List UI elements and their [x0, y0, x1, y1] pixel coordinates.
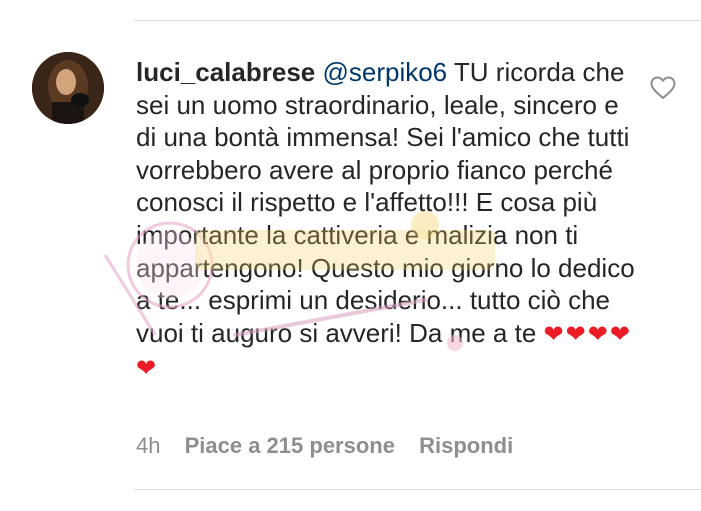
- comment-text: TU ricorda che sei un uomo straordinario…: [136, 57, 635, 348]
- comment-meta: 4h Piace a 215 persone Rispondi: [136, 432, 513, 460]
- comment-mention[interactable]: @serpiko6: [322, 57, 447, 87]
- comment-username[interactable]: luci_calabrese: [136, 57, 315, 87]
- likes-count-link[interactable]: Piace a 215 persone: [185, 433, 395, 458]
- avatar[interactable]: [32, 52, 104, 124]
- divider-bottom: [134, 489, 701, 490]
- comment-body: luci_calabrese @serpiko6 TU ricorda che …: [136, 56, 636, 386]
- heart-outline-icon[interactable]: [650, 76, 676, 100]
- reply-button[interactable]: Rispondi: [419, 433, 513, 458]
- divider-top: [134, 20, 701, 21]
- comment-timestamp: 4h: [136, 433, 161, 458]
